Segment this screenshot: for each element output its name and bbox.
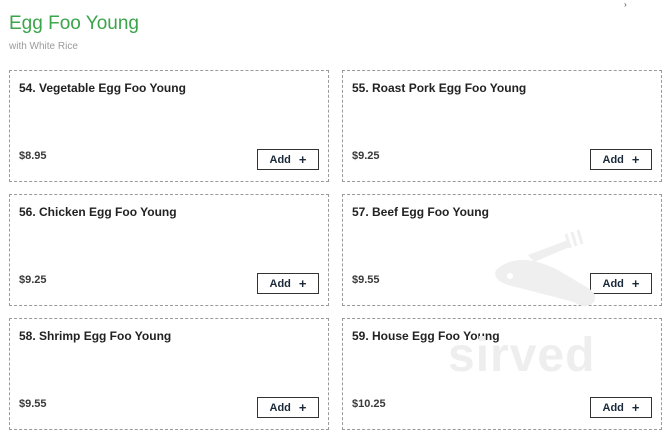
menu-item-card[interactable]: 58. Shrimp Egg Foo Young $9.55 Add + (9, 318, 329, 430)
menu-item-name: 59. House Egg Foo Young (352, 329, 500, 343)
menu-item-name: 57. Beef Egg Foo Young (352, 205, 489, 219)
menu-item-price: $9.25 (352, 150, 380, 162)
plus-icon: + (298, 400, 307, 415)
section-subtitle: with White Rice (9, 41, 78, 52)
add-button-label: Add (269, 153, 291, 166)
add-button-label: Add (602, 277, 624, 290)
section-title: Egg Foo Young (9, 13, 139, 34)
add-button-label: Add (269, 401, 291, 414)
menu-item-name: 56. Chicken Egg Foo Young (19, 205, 177, 219)
menu-item-price: $10.25 (352, 398, 386, 410)
add-button[interactable]: Add + (257, 149, 319, 170)
menu-item-card[interactable]: 59. House Egg Foo Young $10.25 Add + (342, 318, 662, 430)
add-button[interactable]: Add + (590, 149, 652, 170)
plus-icon: + (298, 276, 307, 291)
menu-item-price: $8.95 (19, 150, 47, 162)
plus-icon: + (631, 276, 640, 291)
add-button-label: Add (602, 401, 624, 414)
section-header: Egg Foo Young with White Rice (9, 12, 139, 52)
add-button-label: Add (602, 153, 624, 166)
menu-item-card[interactable]: 57. Beef Egg Foo Young $9.55 Add + (342, 194, 662, 306)
add-button[interactable]: Add + (590, 273, 652, 294)
add-button[interactable]: Add + (257, 397, 319, 418)
corner-mark: › (624, 0, 627, 9)
add-button-label: Add (269, 277, 291, 290)
menu-item-card[interactable]: 54. Vegetable Egg Foo Young $8.95 Add + (9, 70, 329, 182)
menu-item-card[interactable]: 55. Roast Pork Egg Foo Young $9.25 Add + (342, 70, 662, 182)
menu-item-name: 54. Vegetable Egg Foo Young (19, 81, 186, 95)
plus-icon: + (298, 152, 307, 167)
menu-item-price: $9.55 (19, 398, 47, 410)
add-button[interactable]: Add + (590, 397, 652, 418)
menu-item-card[interactable]: 56. Chicken Egg Foo Young $9.25 Add + (9, 194, 329, 306)
menu-item-price: $9.55 (352, 274, 380, 286)
menu-item-name: 58. Shrimp Egg Foo Young (19, 329, 172, 343)
plus-icon: + (631, 400, 640, 415)
plus-icon: + (631, 152, 640, 167)
menu-item-name: 55. Roast Pork Egg Foo Young (352, 81, 527, 95)
add-button[interactable]: Add + (257, 273, 319, 294)
menu-item-price: $9.25 (19, 274, 47, 286)
